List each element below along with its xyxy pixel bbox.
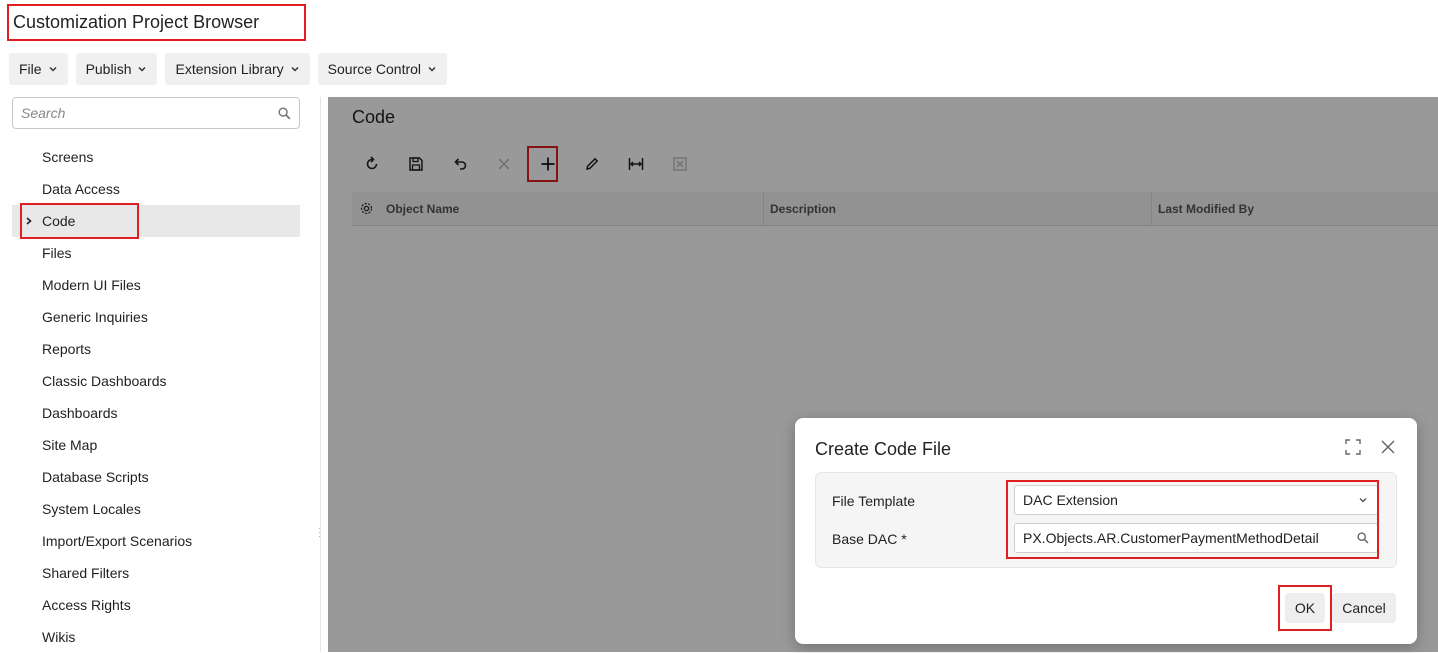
panel-splitter[interactable] — [320, 97, 321, 652]
tree-item-label: Data Access — [42, 181, 120, 197]
chevron-down-icon — [49, 66, 57, 72]
search-input[interactable] — [21, 105, 278, 121]
cancel-button[interactable]: Cancel — [1332, 593, 1396, 623]
tree-item-data-access[interactable]: Data Access — [12, 173, 300, 205]
file-template-label: File Template — [832, 493, 916, 509]
expand-icon[interactable] — [1344, 438, 1362, 456]
page-title: Customization Project Browser — [7, 4, 306, 41]
tree-item-files[interactable]: Files — [12, 237, 300, 269]
chevron-down-icon — [428, 66, 436, 72]
tree-item-dashboards[interactable]: Dashboards — [12, 397, 300, 429]
tree-item-label: Files — [42, 245, 72, 261]
search-icon[interactable] — [278, 106, 291, 120]
menu-bar: File Publish Extension Library Source Co… — [9, 53, 448, 85]
base-dac-value: PX.Objects.AR.CustomerPaymentMethodDetai… — [1023, 530, 1319, 546]
ok-button[interactable]: OK — [1285, 593, 1325, 623]
publish-menu-button[interactable]: Publish — [75, 53, 158, 85]
tree-item-label: Shared Filters — [42, 565, 130, 581]
tree-item-generic-inquiries[interactable]: Generic Inquiries — [12, 301, 300, 333]
chevron-down-icon — [291, 66, 299, 72]
tree-item-system-locales[interactable]: System Locales — [12, 493, 300, 525]
source-control-menu-button[interactable]: Source Control — [317, 53, 448, 85]
tree-item-label: Import/Export Scenarios — [42, 533, 193, 549]
tree-item-wikis[interactable]: Wikis — [12, 621, 300, 653]
tree-item-label: System Locales — [42, 501, 141, 517]
tree-item-database-scripts[interactable]: Database Scripts — [12, 461, 300, 493]
tree-item-label: Wikis — [42, 629, 76, 645]
search-icon[interactable] — [1357, 532, 1369, 544]
tree-item-access-rights[interactable]: Access Rights — [12, 589, 300, 621]
tree-item-label: Dashboards — [42, 405, 118, 421]
search-box — [12, 97, 300, 129]
source-control-menu-label: Source Control — [327, 61, 422, 77]
tree-item-reports[interactable]: Reports — [12, 333, 300, 365]
extension-library-menu-label: Extension Library — [175, 61, 284, 77]
tree-item-label: Screens — [42, 149, 94, 165]
file-menu-label: File — [19, 61, 42, 77]
tree-item-import-export-scenarios[interactable]: Import/Export Scenarios — [12, 525, 300, 557]
tree-item-modern-ui-files[interactable]: Modern UI Files — [12, 269, 300, 301]
tree-item-screens[interactable]: Screens — [12, 141, 300, 173]
publish-menu-label: Publish — [85, 61, 132, 77]
tree-item-site-map[interactable]: Site Map — [12, 429, 300, 461]
tree-item-label: Modern UI Files — [42, 277, 141, 293]
base-dac-label: Base DAC * — [832, 531, 907, 547]
tree-item-code[interactable]: Code — [12, 205, 300, 237]
dialog-title: Create Code File — [815, 439, 952, 459]
tree-item-label: Generic Inquiries — [42, 309, 148, 325]
file-template-select[interactable]: DAC Extension — [1014, 485, 1378, 515]
tree-item-label: Site Map — [42, 437, 98, 453]
project-tree: Screens Data Access Code Files Modern UI… — [12, 141, 300, 653]
splitter-grip-icon[interactable]: · · · — [318, 524, 323, 541]
dialog-form: File Template DAC Extension Base DAC * P… — [815, 472, 1397, 568]
tree-item-classic-dashboards[interactable]: Classic Dashboards — [12, 365, 300, 397]
file-template-value: DAC Extension — [1023, 492, 1118, 508]
tree-item-label: Classic Dashboards — [42, 373, 167, 389]
tree-item-shared-filters[interactable]: Shared Filters — [12, 557, 300, 589]
file-menu-button[interactable]: File — [9, 53, 68, 85]
close-icon[interactable] — [1379, 438, 1397, 456]
tree-item-label: Database Scripts — [42, 469, 149, 485]
tree-item-label: Reports — [42, 341, 92, 357]
base-dac-field[interactable]: PX.Objects.AR.CustomerPaymentMethodDetai… — [1014, 523, 1378, 553]
chevron-down-icon — [1359, 498, 1367, 503]
create-code-file-dialog: Create Code File File Template DAC Exten… — [795, 418, 1417, 644]
tree-item-label: Code — [42, 213, 76, 229]
tree-item-label: Access Rights — [42, 597, 131, 613]
chevron-down-icon — [138, 66, 147, 72]
extension-library-menu-button[interactable]: Extension Library — [165, 53, 310, 85]
chevron-right-icon — [26, 217, 32, 225]
